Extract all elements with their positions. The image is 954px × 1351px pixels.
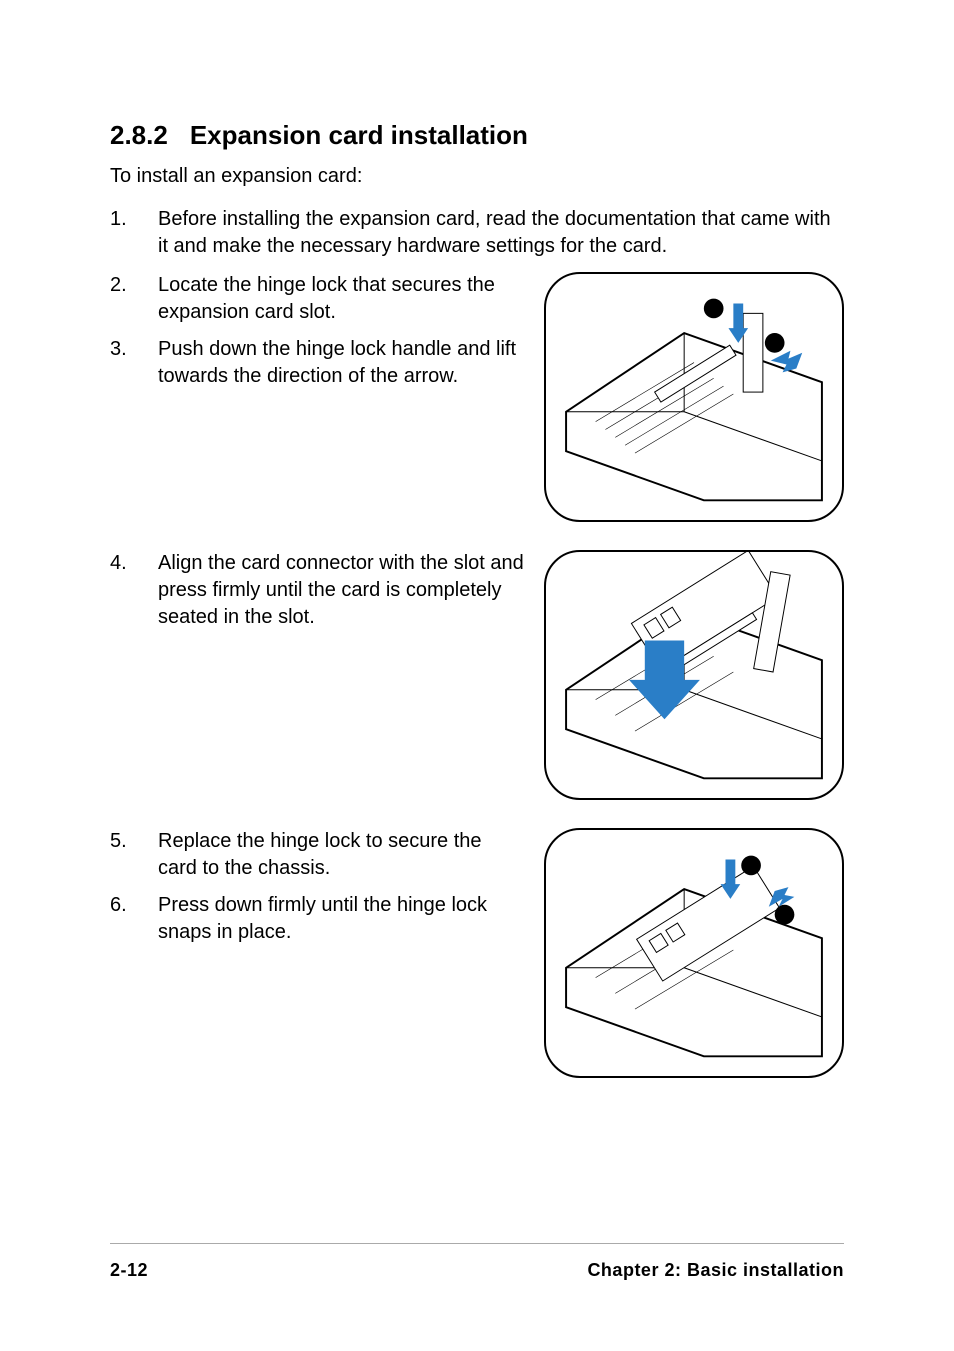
step-item: 6. Press down firmly until the hinge loc…	[110, 892, 524, 946]
content-row: 2. Locate the hinge lock that secures th…	[110, 272, 844, 522]
step-number: 5.	[110, 828, 158, 882]
step-item: 1. Before installing the expansion card,…	[110, 206, 844, 260]
step-item: 3. Push down the hinge lock handle and l…	[110, 336, 524, 390]
step-number: 3.	[110, 336, 158, 390]
step-text: Push down the hinge lock handle and lift…	[158, 336, 524, 390]
step-item: 5. Replace the hinge lock to secure the …	[110, 828, 524, 882]
step-number: 1.	[110, 206, 158, 260]
content-row: 5. Replace the hinge lock to secure the …	[110, 828, 844, 1078]
figure-hinge-lock-open	[544, 272, 844, 522]
content-row: 4. Align the card connector with the slo…	[110, 550, 844, 800]
chapter-label: Chapter 2: Basic installation	[587, 1260, 844, 1281]
figure-card-insert	[544, 550, 844, 800]
step-text: Press down firmly until the hinge lock s…	[158, 892, 524, 946]
step-number: 4.	[110, 550, 158, 631]
step-number: 2.	[110, 272, 158, 326]
step-list: 2. Locate the hinge lock that secures th…	[110, 272, 524, 390]
step-list: 5. Replace the hinge lock to secure the …	[110, 828, 524, 946]
page-footer: 2-12 Chapter 2: Basic installation	[110, 1243, 844, 1281]
step-item: 4. Align the card connector with the slo…	[110, 550, 524, 631]
section-heading: 2.8.2 Expansion card installation	[110, 120, 844, 151]
step-text: Align the card connector with the slot a…	[158, 550, 524, 631]
step-list: 1. Before installing the expansion card,…	[110, 206, 844, 260]
intro-text: To install an expansion card:	[110, 165, 844, 188]
figure-hinge-lock-close	[544, 828, 844, 1078]
step-number: 6.	[110, 892, 158, 946]
step-text: Before installing the expansion card, re…	[158, 206, 844, 260]
step-text: Replace the hinge lock to secure the car…	[158, 828, 524, 882]
step-item: 2. Locate the hinge lock that secures th…	[110, 272, 524, 326]
document-page: 2.8.2 Expansion card installation To ins…	[0, 0, 954, 1351]
page-number: 2-12	[110, 1260, 148, 1281]
step-list: 4. Align the card connector with the slo…	[110, 550, 524, 631]
step-text: Locate the hinge lock that secures the e…	[158, 272, 524, 326]
section-number: 2.8.2	[110, 120, 168, 151]
section-title: Expansion card installation	[190, 120, 528, 151]
